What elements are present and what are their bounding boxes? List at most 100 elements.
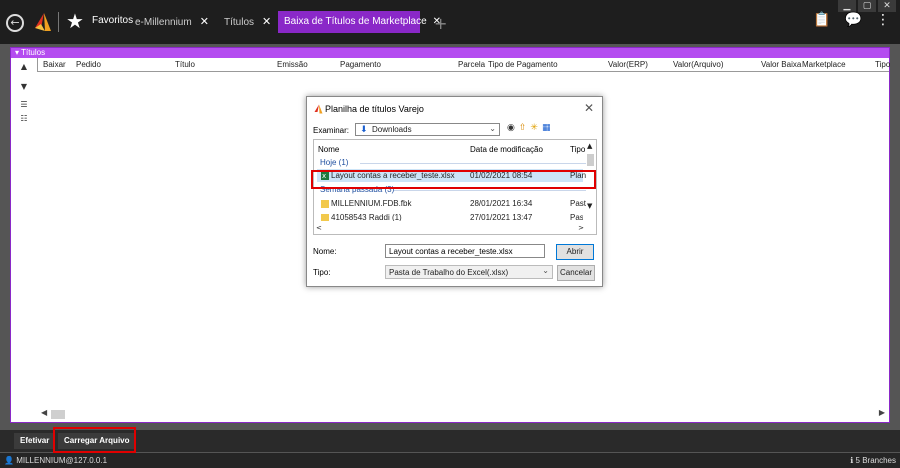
minimize-button[interactable]: ▁ bbox=[838, 0, 856, 12]
tab-baixa-titulos-marketplace[interactable]: Baixa de Títulos de Marketplace ✕ bbox=[278, 11, 441, 33]
group-divider bbox=[394, 190, 586, 191]
sort-down-icon[interactable]: ▼ bbox=[11, 82, 37, 94]
file-list-horizontal-scrollbar[interactable]: < > bbox=[314, 224, 596, 234]
highlight-box bbox=[311, 170, 596, 189]
col-header-titulo[interactable]: Título bbox=[175, 60, 195, 69]
grid-header: Baixar Pedido Título Emissão Pagamento P… bbox=[37, 58, 890, 72]
highlight-box bbox=[53, 427, 136, 453]
file-name: 41058543 Raddi (1) bbox=[331, 213, 402, 221]
up-folder-icon[interactable]: ⇧ bbox=[519, 123, 527, 133]
panel-title: Títulos bbox=[21, 48, 46, 57]
tab-titulos[interactable]: Títulos ✕ bbox=[224, 15, 271, 28]
col-header-tipo[interactable]: Tipo bbox=[875, 60, 890, 69]
list-view-icon[interactable]: ☰ bbox=[11, 100, 37, 112]
chevron-down-icon: ⌄ bbox=[542, 266, 549, 275]
file-date: 27/01/2021 13:47 bbox=[470, 213, 533, 221]
col-header-valor-erp[interactable]: Valor(ERP) bbox=[608, 60, 648, 69]
col-header-baixar[interactable]: Baixar bbox=[43, 60, 66, 69]
col-header-parcela[interactable]: Parcela bbox=[458, 60, 485, 69]
tab-favoritos-label: Favoritos bbox=[92, 15, 134, 26]
user-connection: MILLENNIUM@127.0.0.1 bbox=[16, 456, 108, 465]
efetivar-button[interactable]: Efetivar bbox=[14, 433, 56, 449]
collapse-icon[interactable]: ▾ bbox=[15, 48, 19, 57]
view-menu-icon[interactable]: ▦ bbox=[542, 123, 551, 133]
add-tab-icon[interactable]: + bbox=[434, 16, 447, 32]
look-in-label: Examinar: bbox=[313, 126, 350, 135]
tree-view-icon[interactable]: ☷ bbox=[11, 114, 37, 126]
tab-label: e-Millennium bbox=[135, 17, 192, 28]
file-type: Past bbox=[570, 213, 583, 221]
file-type: Past bbox=[570, 199, 587, 208]
chevron-down-icon: ⌄ bbox=[489, 124, 496, 133]
tab-label: Títulos bbox=[224, 17, 255, 28]
sort-up-icon[interactable]: ▲ bbox=[11, 62, 37, 74]
tab-favoritos[interactable]: Favoritos - bbox=[92, 15, 139, 26]
name-label: Nome: bbox=[313, 247, 337, 256]
scroll-thumb[interactable] bbox=[587, 154, 594, 166]
file-date: 28/01/2021 16:34 bbox=[470, 199, 533, 208]
side-tools: ▲ ▼ ☰ ☷ bbox=[11, 58, 37, 422]
title-bar: ▁ ▢ ✕ ← ★ Favoritos - e-Millennium ✕ Títu… bbox=[0, 0, 900, 44]
group-divider bbox=[360, 163, 586, 164]
scroll-right-icon[interactable]: ▶ bbox=[879, 408, 885, 417]
file-open-dialog: Planilha de títulos Varejo ✕ Examinar: ⬇… bbox=[306, 96, 603, 287]
info-icon: ℹ bbox=[850, 456, 854, 465]
file-type-select[interactable]: Pasta de Trabalho do Excel(.xlsx) ⌄ bbox=[385, 265, 553, 279]
chat-icon[interactable]: 💬 bbox=[845, 12, 862, 28]
col-header-valor-arquivo[interactable]: Valor(Arquivo) bbox=[673, 60, 724, 69]
cancel-button[interactable]: Cancelar bbox=[557, 265, 595, 281]
scroll-down-icon[interactable]: ▼ bbox=[587, 202, 592, 210]
panel-header[interactable]: ▾ Títulos bbox=[11, 48, 889, 58]
col-header-tipo[interactable]: Tipo bbox=[570, 145, 585, 154]
close-tab-icon[interactable]: ✕ bbox=[200, 15, 209, 28]
folder-icon bbox=[321, 200, 329, 208]
file-type-value: Pasta de Trabalho do Excel(.xlsx) bbox=[389, 268, 509, 277]
scroll-left-icon[interactable]: ◀ bbox=[41, 408, 47, 417]
star-icon[interactable]: ★ bbox=[66, 10, 84, 32]
col-header-tipo-pagamento[interactable]: Tipo de Pagamento bbox=[488, 60, 558, 69]
window-controls: ▁ ▢ ✕ bbox=[838, 0, 896, 12]
look-in-value: Downloads bbox=[372, 125, 412, 134]
col-header-data[interactable]: Data de modificação bbox=[470, 145, 543, 154]
tab-separator bbox=[58, 12, 59, 32]
open-button[interactable]: Abrir bbox=[556, 244, 594, 260]
more-vertical-icon[interactable]: ⋮ bbox=[876, 12, 890, 28]
millennium-logo-icon bbox=[314, 104, 323, 114]
branches-info[interactable]: ℹ 5 Branches bbox=[850, 456, 896, 465]
clipboard-icon[interactable]: 📋 bbox=[813, 12, 830, 28]
user-icon: 👤 bbox=[4, 456, 14, 465]
col-header-pagamento[interactable]: Pagamento bbox=[340, 60, 381, 69]
scroll-right-icon[interactable]: > bbox=[578, 224, 584, 232]
col-header-valor-baixa[interactable]: Valor Baixa bbox=[761, 60, 801, 69]
file-row[interactable]: MILLENNIUM.FDB.fbk 28/01/2021 16:34 Past bbox=[317, 197, 587, 210]
dialog-toolbar: ◉ ⇧ ✳ ▦ bbox=[507, 123, 550, 133]
close-window-button[interactable]: ✕ bbox=[878, 0, 896, 12]
maximize-button[interactable]: ▢ bbox=[858, 0, 876, 12]
tab-e-millennium[interactable]: e-Millennium ✕ bbox=[135, 15, 209, 28]
col-header-nome[interactable]: Nome bbox=[318, 145, 339, 154]
col-header-emissao[interactable]: Emissão bbox=[277, 60, 308, 69]
download-arrow-icon: ⬇ bbox=[360, 125, 368, 135]
col-header-pedido[interactable]: Pedido bbox=[76, 60, 101, 69]
dialog-title: Planilha de títulos Varejo bbox=[325, 104, 424, 114]
scroll-thumb[interactable] bbox=[51, 410, 65, 419]
horizontal-scrollbar[interactable]: ◀ ▶ bbox=[37, 408, 889, 420]
close-icon[interactable]: ✕ bbox=[584, 101, 594, 115]
folder-icon bbox=[321, 214, 329, 221]
back-folder-icon[interactable]: ◉ bbox=[507, 123, 515, 133]
back-arrow-icon[interactable]: ← bbox=[6, 14, 24, 32]
group-header[interactable]: Hoje (1) bbox=[320, 158, 348, 167]
close-tab-icon[interactable]: ✕ bbox=[262, 15, 271, 28]
toolbar-right: 📋 💬 ⋮ bbox=[813, 12, 890, 28]
scroll-left-icon[interactable]: < bbox=[316, 224, 322, 232]
status-bar: 👤 MILLENNIUM@127.0.0.1 ℹ 5 Branches bbox=[0, 453, 900, 468]
file-name-input[interactable] bbox=[385, 244, 545, 258]
branches-count: 5 Branches bbox=[855, 456, 896, 465]
col-header-marketplace[interactable]: Marketplace bbox=[802, 60, 846, 69]
file-name: MILLENNIUM.FDB.fbk bbox=[331, 199, 412, 208]
scroll-up-icon[interactable]: ▲ bbox=[587, 142, 592, 150]
type-label: Tipo: bbox=[313, 268, 331, 277]
new-folder-icon[interactable]: ✳ bbox=[530, 123, 538, 133]
file-row[interactable]: 41058543 Raddi (1) 27/01/2021 13:47 Past bbox=[317, 211, 583, 221]
look-in-select[interactable]: ⬇ Downloads ⌄ bbox=[355, 123, 500, 136]
